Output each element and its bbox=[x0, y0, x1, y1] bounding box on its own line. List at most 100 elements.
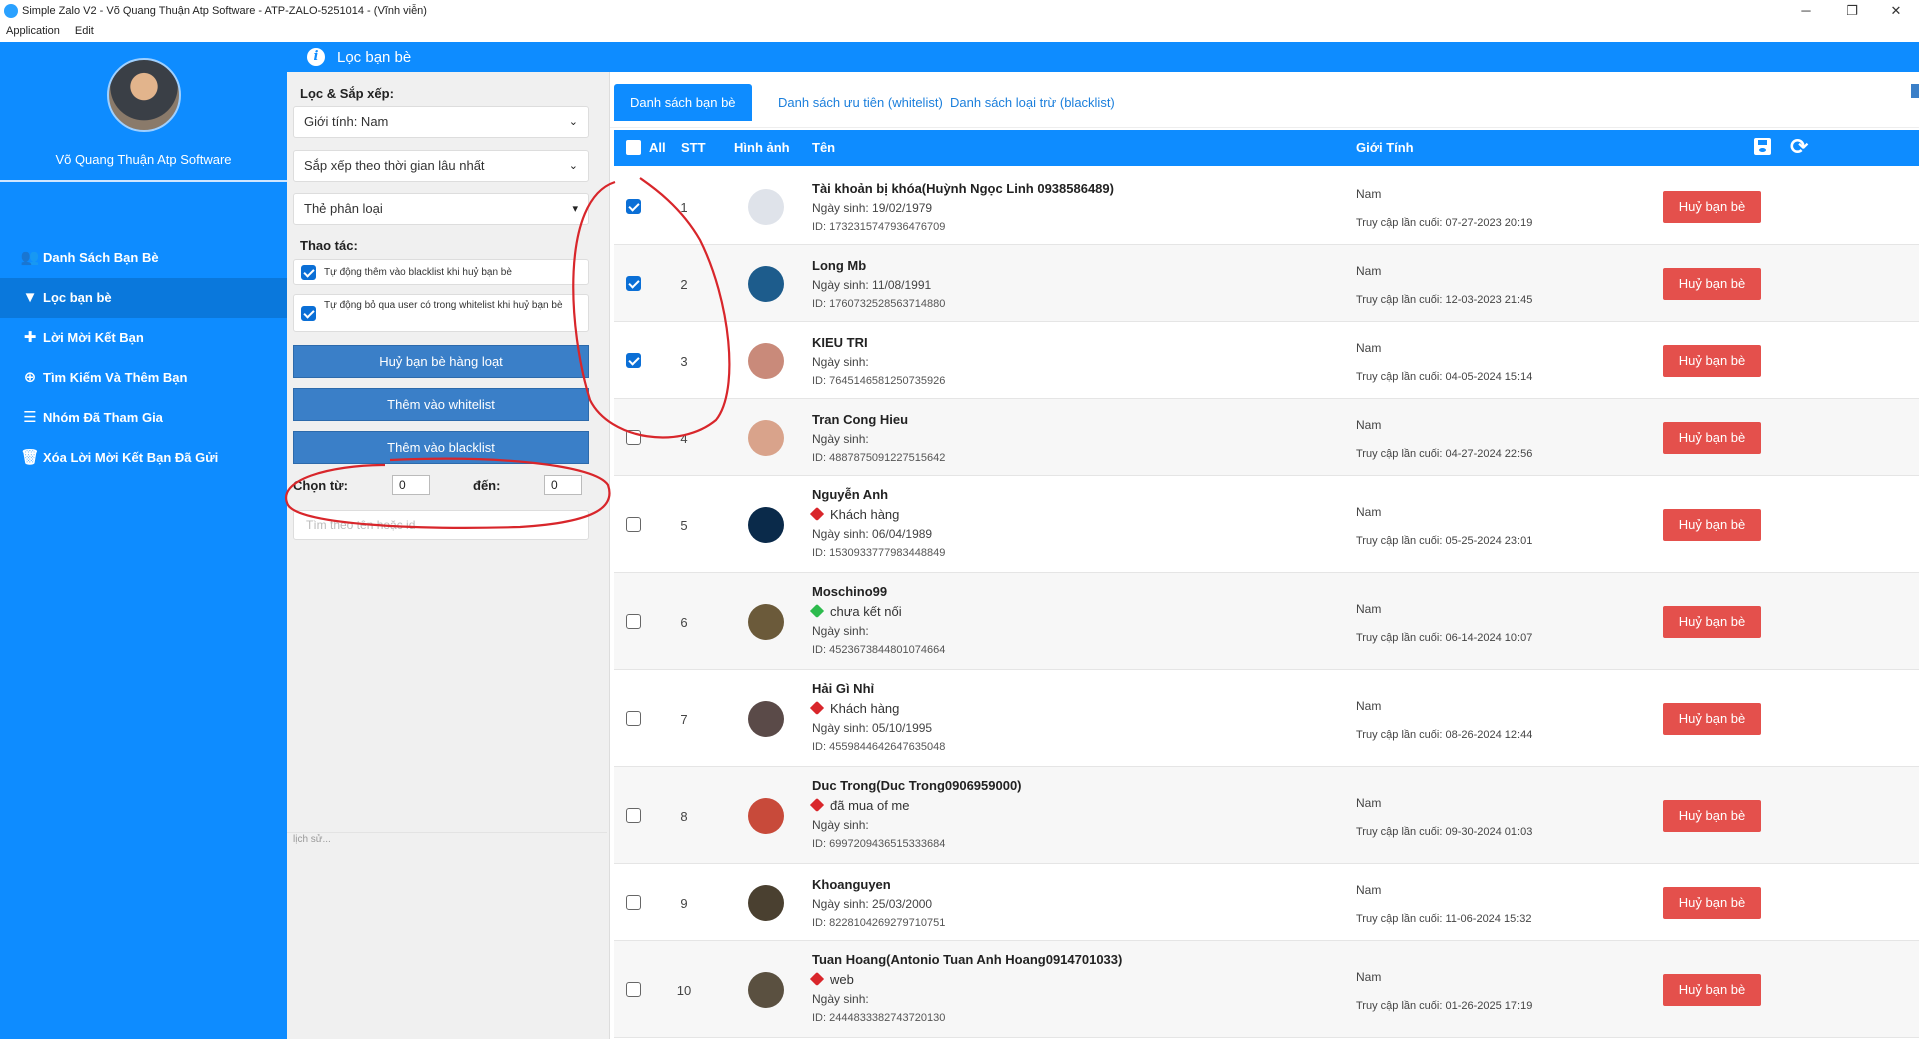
row-id: ID: 4559844642647635048 bbox=[812, 741, 946, 753]
app-icon bbox=[4, 4, 18, 18]
unfriend-button[interactable]: Huỷ bạn bè bbox=[1663, 703, 1761, 735]
gender-select[interactable]: Giới tính: Nam ⌄ bbox=[293, 106, 589, 138]
row-tag-label: chưa kết nối bbox=[830, 604, 902, 619]
table-row: 6 Moschino99 chưa kết nối Ngày sinh: ID: 452… bbox=[614, 573, 1919, 670]
row-checkbox[interactable] bbox=[626, 982, 641, 997]
row-dob: Ngày sinh: bbox=[812, 355, 869, 369]
sidebar-item-label: Nhóm Đã Tham Gia bbox=[43, 410, 163, 425]
unfriend-button[interactable]: Huỷ bạn bè bbox=[1663, 422, 1761, 454]
range-to-input[interactable]: 0 bbox=[544, 475, 582, 495]
row-checkbox[interactable] bbox=[626, 895, 641, 910]
bulk-unfriend-button[interactable]: Huỷ bạn bè hàng loạt bbox=[293, 345, 589, 378]
unfriend-button[interactable]: Huỷ bạn bè bbox=[1663, 606, 1761, 638]
save-icon[interactable] bbox=[1754, 138, 1771, 155]
row-name: Duc Trong(Duc Trong0906959000) bbox=[812, 778, 1022, 793]
table-row: 2 Long Mb Ngày sinh: 11/08/1991 ID: 1760732… bbox=[614, 245, 1919, 322]
row-checkbox[interactable] bbox=[626, 276, 641, 291]
sidebar-item-groups[interactable]: ☰ Nhóm Đã Tham Gia bbox=[0, 398, 287, 438]
sidebar-item-invites[interactable]: ✚ Lời Mời Kết Bạn bbox=[0, 318, 287, 358]
history-textarea[interactable]: lịch sử... bbox=[293, 834, 331, 845]
row-dob: Ngày sinh: bbox=[812, 992, 869, 1006]
unfriend-button[interactable]: Huỷ bạn bè bbox=[1663, 800, 1761, 832]
header-image: Hình ảnh bbox=[734, 140, 790, 155]
row-name: Tài khoản bị khóa(Huỳnh Ngọc Linh 093858… bbox=[812, 181, 1114, 196]
menu-edit[interactable]: Edit bbox=[69, 22, 100, 37]
row-checkbox[interactable] bbox=[626, 808, 641, 823]
row-gender: Nam bbox=[1356, 602, 1382, 616]
sidebar-item-label: Xóa Lời Mời Kết Bạn Đã Gửi bbox=[43, 450, 219, 465]
row-avatar bbox=[748, 885, 784, 921]
header-name: Tên bbox=[812, 140, 836, 155]
option-skip-whitelist[interactable]: Tự động bỏ qua user có trong whitelist k… bbox=[293, 294, 589, 332]
tab-friends[interactable]: Danh sách bạn bè bbox=[614, 84, 752, 121]
tag-icon bbox=[809, 700, 825, 716]
sidebar-item-filter[interactable]: ▼ Lọc bạn bè bbox=[0, 278, 287, 318]
row-tag-label: web bbox=[830, 972, 854, 987]
row-dob: Ngày sinh: bbox=[812, 432, 869, 446]
maximize-icon[interactable]: ❐ bbox=[1829, 0, 1875, 22]
unfriend-button[interactable]: Huỷ bạn bè bbox=[1663, 974, 1761, 1006]
row-gender: Nam bbox=[1356, 505, 1382, 519]
tag-select[interactable]: Thẻ phân loại ▾ bbox=[293, 193, 589, 225]
unfriend-button[interactable]: Huỷ bạn bè bbox=[1663, 887, 1761, 919]
row-gender: Nam bbox=[1356, 796, 1382, 810]
row-checkbox[interactable] bbox=[626, 430, 641, 445]
row-stt: 9 bbox=[680, 896, 688, 911]
tab-whitelist[interactable]: Danh sách ưu tiên (whitelist) bbox=[762, 84, 959, 121]
row-name: Tran Cong Hieu bbox=[812, 412, 909, 427]
row-checkbox[interactable] bbox=[626, 711, 641, 726]
select-all-checkbox[interactable] bbox=[626, 140, 641, 155]
row-stt: 5 bbox=[680, 518, 688, 533]
row-last-access: Truy cập lần cuối: 08-26-2024 12:44 bbox=[1356, 729, 1533, 741]
auto-blacklist-checkbox[interactable] bbox=[301, 265, 316, 280]
row-last-access: Truy cập lần cuối: 05-25-2024 23:01 bbox=[1356, 535, 1533, 547]
add-blacklist-button[interactable]: Thêm vào blacklist bbox=[293, 431, 589, 464]
layers-icon: ☰ bbox=[23, 409, 37, 426]
row-gender: Nam bbox=[1356, 341, 1382, 355]
search-input[interactable]: Tìm theo tên hoặc id bbox=[293, 510, 589, 540]
row-name: Tuan Hoang(Antonio Tuan Anh Hoang0914701… bbox=[812, 952, 1123, 967]
unfriend-button[interactable]: Huỷ bạn bè bbox=[1663, 191, 1761, 223]
filter-section-label: Lọc & Sắp xếp: bbox=[300, 86, 394, 101]
info-icon: i bbox=[307, 48, 325, 66]
row-tag: Khách hàng bbox=[809, 506, 899, 522]
sidebar-item-label: Danh Sách Bạn Bè bbox=[43, 250, 159, 265]
row-checkbox[interactable] bbox=[626, 517, 641, 532]
minimize-icon[interactable]: ─ bbox=[1783, 0, 1829, 22]
close-icon[interactable]: ✕ bbox=[1873, 0, 1919, 22]
unfriend-button[interactable]: Huỷ bạn bè bbox=[1663, 509, 1761, 541]
table-row: 9 Khoanguyen Ngày sinh: 25/03/2000 ID: 8228… bbox=[614, 864, 1919, 941]
table-row: 1 Tài khoản bị khóa(Huỳnh Ngọc Linh 09385… bbox=[614, 168, 1919, 245]
row-last-access: Truy cập lần cuối: 09-30-2024 01:03 bbox=[1356, 826, 1533, 838]
row-checkbox[interactable] bbox=[626, 199, 641, 214]
row-id: ID: 4523673844801074664 bbox=[812, 644, 946, 656]
sort-select[interactable]: Sắp xếp theo thời gian lâu nhất ⌄ bbox=[293, 150, 589, 182]
add-whitelist-button[interactable]: Thêm vào whitelist bbox=[293, 388, 589, 421]
main-content: Danh sách bạn bè Danh sách ưu tiên (whit… bbox=[610, 72, 1919, 1039]
skip-whitelist-checkbox[interactable] bbox=[301, 306, 316, 321]
row-checkbox[interactable] bbox=[626, 614, 641, 629]
row-tag: Khách hàng bbox=[809, 700, 899, 716]
row-checkbox[interactable] bbox=[626, 353, 641, 368]
unfriend-button[interactable]: Huỷ bạn bè bbox=[1663, 345, 1761, 377]
scrollbar-thumb[interactable] bbox=[1911, 84, 1919, 98]
sidebar-item-search-add[interactable]: ⊕ Tìm Kiếm Và Thêm Bạn bbox=[0, 358, 287, 398]
window-title: Simple Zalo V2 - Võ Quang Thuận Atp Soft… bbox=[22, 5, 427, 17]
menu-application[interactable]: Application bbox=[0, 22, 66, 37]
row-avatar bbox=[748, 701, 784, 737]
refresh-icon[interactable]: ⟳ bbox=[1790, 134, 1808, 160]
sidebar-item-friends[interactable]: 👥 Danh Sách Bạn Bè bbox=[0, 238, 287, 278]
actions-label: Thao tác: bbox=[300, 238, 358, 253]
option-auto-blacklist[interactable]: Tự động thêm vào blacklist khi huỷ bạn b… bbox=[293, 259, 589, 285]
tag-icon bbox=[809, 797, 825, 813]
row-stt: 10 bbox=[676, 983, 692, 998]
range-from-input[interactable]: 0 bbox=[392, 475, 430, 495]
unfriend-button[interactable]: Huỷ bạn bè bbox=[1663, 268, 1761, 300]
row-name: Long Mb bbox=[812, 258, 867, 273]
table-row: 5 Nguyễn Anh Khách hàng Ngày sinh: 06/04/19… bbox=[614, 476, 1919, 573]
sidebar-item-delete-sent[interactable]: 🗑 Xóa Lời Mời Kết Bạn Đã Gửi bbox=[0, 438, 287, 478]
table-row: 10 Tuan Hoang(Antonio Tuan Anh Hoang09147… bbox=[614, 941, 1919, 1038]
tab-blacklist[interactable]: Danh sách loại trừ (blacklist) bbox=[934, 84, 1131, 121]
row-dob: Ngày sinh: 11/08/1991 bbox=[812, 278, 932, 292]
row-name: Hải Gì Nhỉ bbox=[812, 681, 875, 696]
